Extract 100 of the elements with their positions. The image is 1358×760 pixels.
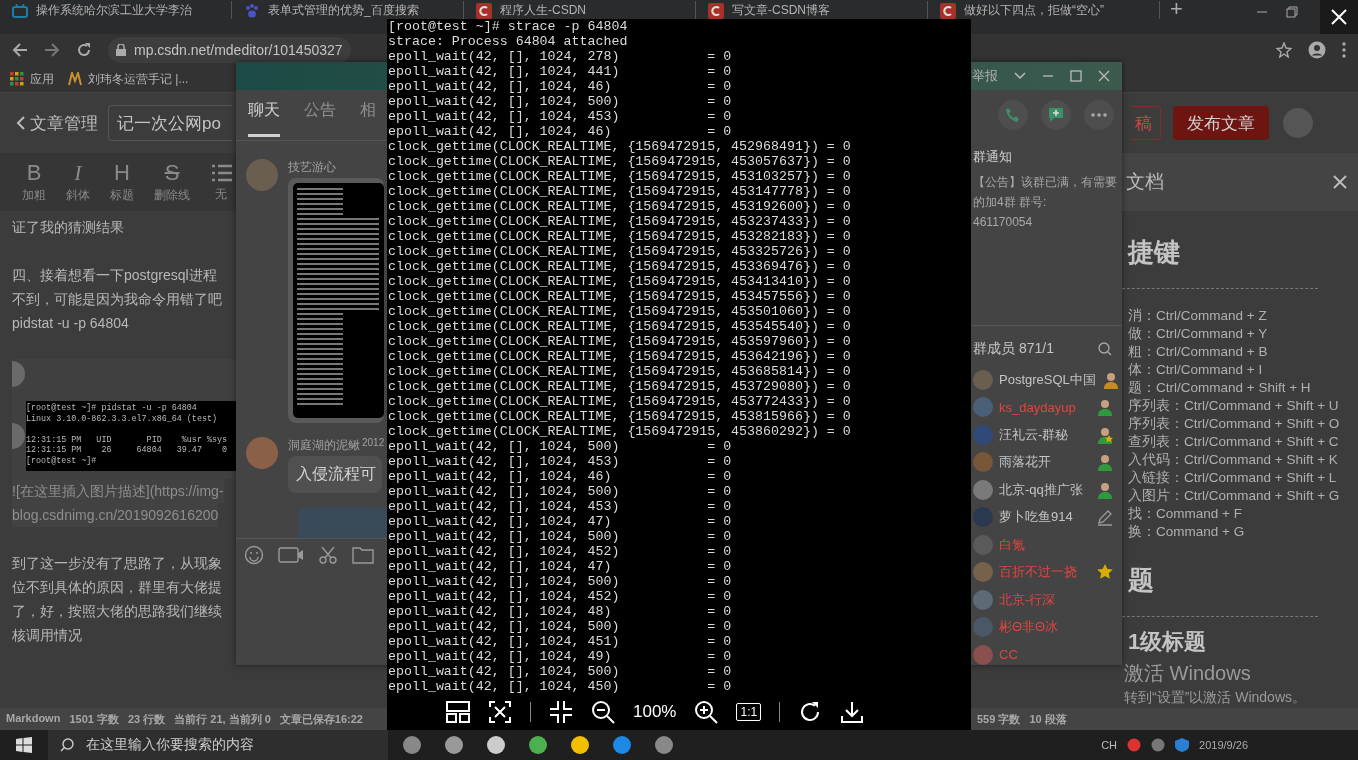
add-message-button[interactable] xyxy=(1041,100,1071,130)
chat-tab[interactable]: 相 xyxy=(360,90,376,137)
close-button[interactable] xyxy=(1320,0,1358,34)
layout-button[interactable] xyxy=(446,701,470,723)
publish-button[interactable]: 发布文章 xyxy=(1173,106,1269,140)
avatar xyxy=(973,452,993,473)
terminal-line: clock_gettime(CLOCK_REALTIME, {1569472915, 453685814}) = 0 xyxy=(388,364,851,379)
tray-icon[interactable] xyxy=(1127,738,1142,752)
input-language[interactable]: CH xyxy=(1101,739,1118,751)
terminal-line: epoll_wait(42, [], 1024, 500) = 0 xyxy=(388,439,732,454)
terminal-line: clock_gettime(CLOCK_REALTIME, {1569472915, 453457556}) = 0 xyxy=(388,289,851,304)
star-icon[interactable] xyxy=(1276,42,1292,58)
shrink-button[interactable] xyxy=(549,700,573,724)
terminal-line: clock_gettime(CLOCK_REALTIME, {1569472915, 453325726}) = 0 xyxy=(388,244,851,259)
avatar xyxy=(973,369,993,390)
member-name: 彬Θ非Θ冰 xyxy=(999,618,1060,637)
scissors-icon[interactable] xyxy=(318,545,338,565)
zoom-out-button[interactable] xyxy=(591,700,615,724)
terminal-line: clock_gettime(CLOCK_REALTIME, {1569472915, 453545540}) = 0 xyxy=(388,319,851,334)
terminal-line: epoll_wait(42, [], 1024, 48) = 0 xyxy=(388,604,732,619)
person-icon xyxy=(1096,480,1114,499)
person-icon xyxy=(1096,398,1114,417)
close-icon[interactable] xyxy=(1332,174,1348,190)
phone-icon xyxy=(1005,107,1021,123)
download-button[interactable] xyxy=(840,700,865,724)
chat-tab[interactable]: 聊天 xyxy=(248,90,280,137)
tray-icon[interactable] xyxy=(1151,738,1166,752)
fit-button[interactable] xyxy=(488,701,512,723)
zoom-in-button[interactable] xyxy=(694,700,719,724)
shortcut-line: 体：Ctrl/Command + I xyxy=(1127,361,1264,379)
toolbar-button[interactable]: S 删除线 xyxy=(154,153,190,211)
app-icon[interactable] xyxy=(486,735,506,755)
address-field[interactable]: mp.csdn.net/mdeditor/101450327 xyxy=(108,37,351,63)
terminal-line: [root@test ~]# xyxy=(26,455,97,466)
title-field[interactable]: 记一次公网po xyxy=(108,105,232,141)
gif-icon[interactable] xyxy=(278,546,304,564)
restore-icon[interactable] xyxy=(1286,6,1298,18)
app-icon[interactable] xyxy=(612,735,632,755)
bookmark-link[interactable]: 刘玮冬运营手记 |... xyxy=(68,70,189,88)
person-icon xyxy=(1096,453,1114,472)
avatar xyxy=(973,507,993,528)
taskbar-search-field[interactable]: 在这里输入你要搜索的内容 xyxy=(48,730,388,760)
report-button[interactable]: 举报 xyxy=(972,67,998,85)
terminal-line: clock_gettime(CLOCK_REALTIME, {1569472915, 453282183}) = 0 xyxy=(388,229,851,244)
forward-icon[interactable] xyxy=(44,42,60,58)
toolbar-button[interactable]: B 加粗 xyxy=(22,153,46,211)
chevron-down-icon[interactable] xyxy=(1014,72,1026,80)
browser-tab[interactable]: 操作系统哈尔滨工业大学李治 xyxy=(0,1,232,19)
actual-size-button[interactable]: 1:1 xyxy=(736,703,762,721)
member-item[interactable]: PostgreSQL中国 xyxy=(971,366,1122,394)
smiley-icon[interactable] xyxy=(244,545,264,565)
section-heading: 捷键 xyxy=(1128,236,1181,269)
maximize-icon[interactable] xyxy=(1070,70,1082,82)
account-icon[interactable] xyxy=(1308,41,1326,59)
member-item[interactable]: 北京-qq推广张 xyxy=(971,476,1122,504)
member-item[interactable]: 汪礼云-群秘 xyxy=(971,421,1122,449)
member-item[interactable]: 雨落花开 xyxy=(971,448,1122,476)
close-icon[interactable] xyxy=(1098,70,1110,82)
terminal-line: clock_gettime(CLOCK_REALTIME, {1569472915, 453192600}) = 0 xyxy=(388,199,851,214)
toolbar-button[interactable]: 无 xyxy=(215,185,227,203)
terminal-line: clock_gettime(CLOCK_REALTIME, {1569472915, 453369476}) = 0 xyxy=(388,259,851,274)
app-icon[interactable] xyxy=(528,735,548,755)
toolbar-button[interactable]: H 标题 xyxy=(110,153,134,211)
shortcut-line: 入图片：Ctrl/Command + Shift + G xyxy=(1127,487,1341,505)
terminal-line: epoll_wait(42, [], 1024, 453) = 0 xyxy=(388,454,732,469)
app-icon[interactable] xyxy=(402,735,422,755)
close-icon xyxy=(1331,9,1347,25)
member-name: CC xyxy=(999,647,1019,663)
terminal-line: clock_gettime(CLOCK_REALTIME, {1569472915, 453642196}) = 0 xyxy=(388,349,851,364)
app-icon[interactable] xyxy=(444,735,464,755)
paragraph-line: 位不到具体的原因，群里有大佬提 xyxy=(12,578,222,597)
member-item[interactable]: 萝卜吃鱼914 xyxy=(971,503,1122,531)
shortcut-line: 入链接：Ctrl/Command + Shift + L xyxy=(1127,469,1338,487)
more-button[interactable] xyxy=(1084,100,1114,130)
app-icon[interactable] xyxy=(570,735,590,755)
status-text: 当前行 21, 当前列 0 xyxy=(174,711,271,727)
terminal-line: epoll_wait(42, [], 1024, 46) = 0 xyxy=(388,124,732,139)
terminal-line: epoll_wait(42, [], 1024, 500) = 0 xyxy=(388,574,732,589)
menu-icon[interactable] xyxy=(1342,42,1346,58)
terminal-line: 12:31:15 PM 26 64804 39.47 0 xyxy=(26,445,228,456)
back-link[interactable]: 文章管理 xyxy=(16,111,98,135)
apps-icon xyxy=(10,72,24,86)
new-tab-button[interactable]: + xyxy=(1170,0,1183,18)
shield-icon[interactable] xyxy=(1175,738,1190,752)
bookmark-link[interactable]: 应用 xyxy=(10,70,54,88)
tv-icon xyxy=(12,3,28,18)
app-icon[interactable] xyxy=(654,735,674,755)
folder-icon[interactable] xyxy=(352,546,374,564)
phone-button[interactable] xyxy=(998,100,1028,130)
terminal-line: epoll_wait(42, [], 1024, 451) = 0 xyxy=(388,634,732,649)
windows-logo-icon[interactable] xyxy=(16,737,32,753)
back-icon[interactable] xyxy=(12,42,28,58)
section-heading: 题 xyxy=(1128,564,1155,597)
search-icon[interactable] xyxy=(1098,342,1112,356)
chat-tab[interactable]: 公告 xyxy=(304,90,336,137)
section-heading: 1级标题 xyxy=(1128,628,1208,656)
toolbar-button[interactable]: I 斜体 xyxy=(66,153,90,211)
reload-icon[interactable] xyxy=(76,42,92,58)
terminal-line: clock_gettime(CLOCK_REALTIME, {1569472915, 453103257}) = 0 xyxy=(388,169,851,184)
terminal-line: epoll_wait(42, [], 1024, 450) = 0 xyxy=(388,679,732,694)
